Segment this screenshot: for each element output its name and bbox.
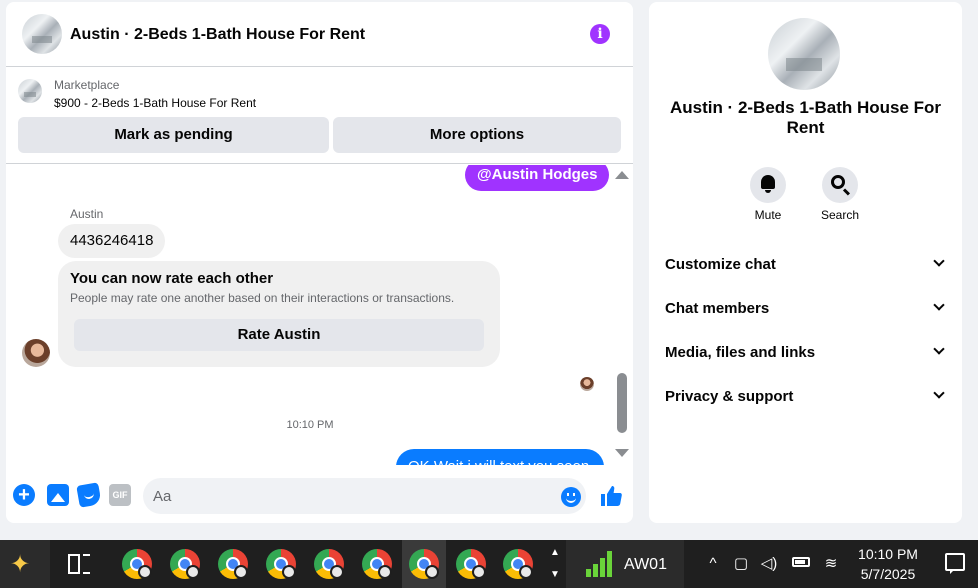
details-avatar[interactable] [768, 18, 840, 90]
stock-chart-icon [586, 551, 614, 577]
system-clock[interactable]: 10:10 PM 5/7/2025 [850, 544, 926, 584]
mark-as-pending-button[interactable]: Mark as pending [18, 117, 329, 153]
battery-icon[interactable] [790, 552, 812, 576]
message-scrollbar[interactable] [612, 167, 632, 463]
search-icon [831, 175, 845, 189]
chat-title[interactable]: Austin · 2-Beds 1-Bath House For Rent [70, 26, 365, 44]
section-label: Media, files and links [665, 344, 816, 361]
clock-time: 10:10 PM [858, 546, 918, 562]
info-icon[interactable]: i [590, 24, 610, 44]
section-chat-members[interactable]: Chat members [665, 288, 947, 328]
stock-label: AW01 [624, 556, 667, 573]
message-list[interactable]: @Austin Hodges Austin 4436246418 You can… [6, 165, 633, 465]
search-button[interactable] [822, 167, 858, 203]
copilot-icon[interactable] [0, 540, 50, 588]
mute-button[interactable] [750, 167, 786, 203]
scroll-down-arrow-icon[interactable] [615, 449, 629, 457]
notification-icon[interactable] [945, 553, 965, 574]
plus-icon[interactable]: + [13, 484, 35, 506]
chrome-profile-icon[interactable] [314, 549, 344, 579]
scroll-thumb[interactable] [617, 373, 627, 433]
chrome-profile-icon[interactable] [218, 549, 248, 579]
chrome-profile-icon[interactable] [456, 549, 486, 579]
outgoing-message-bubble[interactable]: OK Wait i will text you soon [396, 449, 604, 465]
message-timestamp: 10:10 PM [286, 419, 334, 431]
rate-card-description: People may rate one another based on the… [70, 291, 455, 305]
more-options-button[interactable]: More options [333, 117, 621, 153]
section-label: Customize chat [665, 256, 776, 273]
chrome-profile-icon[interactable] [503, 549, 533, 579]
rate-each-other-card: You can now rate each other People may r… [58, 261, 500, 367]
chrome-profile-icon[interactable] [362, 549, 392, 579]
listing-thumbnail[interactable] [18, 79, 42, 103]
taskbar-overflow-arrows-icon[interactable]: ▲ ▼ [547, 542, 563, 586]
rate-austin-button[interactable]: Rate Austin [74, 319, 484, 351]
chrome-profile-icon[interactable] [122, 549, 152, 579]
chat-header: Austin · 2-Beds 1-Bath House For Rent i [6, 2, 633, 67]
wifi-icon[interactable]: ≋ [820, 552, 842, 576]
emoji-icon[interactable] [561, 487, 581, 507]
seen-indicator-avatar [580, 377, 594, 391]
chat-details-panel: Austin · 2-Beds 1-Bath House For Rent Mu… [649, 2, 962, 523]
section-label: Chat members [665, 300, 770, 317]
listing-title[interactable]: $900 - 2-Beds 1-Bath House For Rent [54, 96, 256, 110]
sender-name: Austin [70, 207, 104, 221]
section-privacy-support[interactable]: Privacy & support [665, 376, 947, 416]
chat-panel: Austin · 2-Beds 1-Bath House For Rent i … [6, 2, 633, 523]
search-label: Search [820, 208, 860, 222]
message-composer: + GIF [6, 472, 633, 518]
show-hidden-icons-icon[interactable]: ^ [702, 552, 724, 576]
chevron-down-icon [933, 387, 945, 399]
marketplace-label: Marketplace [54, 78, 120, 92]
scroll-up-arrow-icon[interactable] [615, 171, 629, 179]
chat-avatar[interactable] [22, 14, 62, 54]
photo-icon[interactable] [47, 484, 69, 506]
camera-mic-icon[interactable]: ▢ [730, 552, 752, 576]
thumbs-up-icon[interactable] [599, 484, 623, 508]
windows-taskbar: ▲▼ AW01 ^ ▢ ◁) ≋ 10:10 PM 5/7/2025 [0, 540, 978, 588]
marketplace-banner: Marketplace $900 - 2-Beds 1-Bath House F… [6, 68, 633, 164]
chrome-profile-icon[interactable] [266, 549, 296, 579]
chrome-profile-icon[interactable] [409, 549, 439, 579]
chrome-profile-icon[interactable] [170, 549, 200, 579]
section-customize-chat[interactable]: Customize chat [665, 244, 947, 284]
rate-card-title: You can now rate each other [70, 270, 274, 287]
details-title: Austin · 2-Beds 1-Bath House For Rent [669, 98, 942, 137]
chevron-down-icon [933, 299, 945, 311]
section-label: Privacy & support [665, 388, 794, 405]
clock-date: 5/7/2025 [860, 566, 916, 582]
bell-icon [761, 175, 775, 193]
stock-widget[interactable]: AW01 [566, 540, 684, 588]
section-media-files-links[interactable]: Media, files and links [665, 332, 947, 372]
sticker-icon[interactable] [76, 482, 102, 508]
message-input[interactable] [143, 478, 586, 514]
outgoing-mention-bubble[interactable]: @Austin Hodges [465, 165, 610, 191]
task-view-icon[interactable] [68, 554, 90, 574]
chevron-down-icon [933, 343, 945, 355]
gif-icon[interactable]: GIF [109, 484, 131, 506]
volume-icon[interactable]: ◁) [758, 552, 780, 576]
chevron-down-icon [933, 255, 945, 267]
incoming-phone-bubble[interactable]: 4436246418 [58, 224, 166, 258]
sender-avatar[interactable] [22, 339, 50, 367]
mute-label: Mute [754, 208, 782, 222]
